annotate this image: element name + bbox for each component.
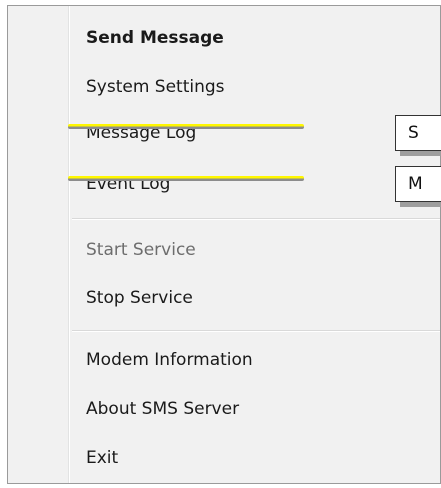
menu-item-stop-service[interactable]: Stop Service	[86, 288, 193, 308]
menu-item-modem-information[interactable]: Modem Information	[86, 350, 253, 370]
menu-separator-highlight	[72, 219, 440, 220]
annotation-callout-box: M	[395, 166, 441, 202]
menu-separator-highlight	[72, 331, 440, 332]
menu-item-about-sms-server[interactable]: About SMS Server	[86, 399, 239, 419]
menu-item-start-service: Start Service	[86, 240, 196, 260]
menu-item-send-message[interactable]: Send Message	[86, 28, 224, 48]
menu-item-system-settings[interactable]: System Settings	[86, 77, 225, 97]
annotation-underline-event-log	[68, 176, 304, 181]
menu-item-exit[interactable]: Exit	[86, 448, 118, 468]
annotation-underline-message-log	[68, 124, 304, 129]
menu-icon-gutter-divider-highlight	[69, 6, 70, 483]
context-menu: Send Message System Settings Message Log…	[7, 5, 441, 484]
annotation-callout-box: S	[395, 115, 441, 151]
